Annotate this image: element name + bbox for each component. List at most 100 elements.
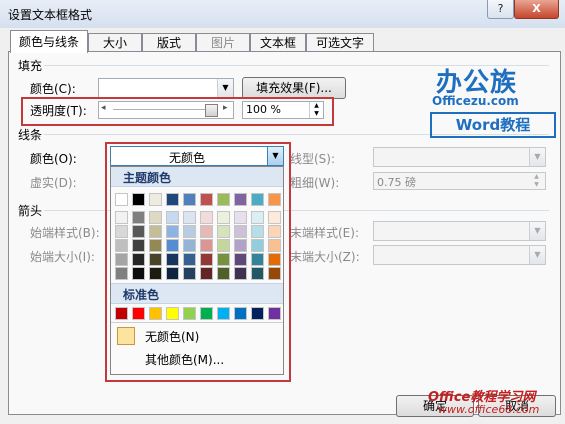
theme-color-swatch[interactable] [200, 193, 213, 206]
tab-picture[interactable]: 图片 [196, 33, 250, 52]
theme-color-swatch[interactable] [183, 193, 196, 206]
slider-right-arrow-icon[interactable]: ▸ [223, 103, 228, 113]
theme-shade-swatch[interactable] [115, 225, 128, 238]
theme-shade-swatch[interactable] [132, 267, 145, 280]
standard-color-swatch[interactable] [149, 307, 162, 320]
spin-down-icon[interactable]: ▼ [529, 181, 544, 189]
theme-shade-swatch[interactable] [200, 211, 213, 224]
transparency-slider[interactable]: ◂ ▸ [98, 101, 234, 119]
line-color-dropdown[interactable]: 无颜色 ▼ [110, 146, 284, 166]
theme-shade-swatch[interactable] [166, 225, 179, 238]
transparency-spinner[interactable]: 100 % ▲ ▼ [242, 101, 324, 119]
theme-shade-swatch[interactable] [217, 239, 230, 252]
theme-shade-swatch[interactable] [217, 225, 230, 238]
theme-shade-swatch[interactable] [132, 225, 145, 238]
theme-shade-swatch[interactable] [234, 253, 247, 266]
theme-shade-swatch[interactable] [149, 253, 162, 266]
theme-shade-swatch[interactable] [115, 211, 128, 224]
theme-shade-swatch[interactable] [115, 267, 128, 280]
title-bar[interactable]: 设置文本框格式 ? X [0, 0, 565, 28]
theme-shade-swatch[interactable] [234, 225, 247, 238]
standard-color-swatch[interactable] [234, 307, 247, 320]
theme-shade-swatch[interactable] [217, 253, 230, 266]
tab-alt-text[interactable]: 可选文字 [306, 33, 374, 52]
slider-left-arrow-icon[interactable]: ◂ [101, 103, 106, 113]
fill-color-dropdown[interactable]: ▼ [98, 78, 234, 98]
theme-shade-swatch[interactable] [251, 253, 264, 266]
theme-shade-swatch[interactable] [251, 267, 264, 280]
standard-color-swatch[interactable] [183, 307, 196, 320]
theme-shade-swatch[interactable] [268, 253, 281, 266]
theme-shade-swatch[interactable] [149, 225, 162, 238]
theme-shade-swatch[interactable] [166, 253, 179, 266]
theme-shade-swatch[interactable] [132, 211, 145, 224]
theme-shade-swatch[interactable] [183, 211, 196, 224]
theme-shade-swatch[interactable] [132, 239, 145, 252]
theme-color-swatch[interactable] [115, 193, 128, 206]
standard-color-swatch[interactable] [132, 307, 145, 320]
no-color-option[interactable]: 无颜色(N) [115, 325, 279, 347]
theme-shade-swatch[interactable] [115, 239, 128, 252]
theme-shade-swatch[interactable] [149, 267, 162, 280]
theme-shade-swatch[interactable] [166, 211, 179, 224]
spin-up-icon[interactable]: ▲ [529, 173, 544, 181]
theme-color-swatch[interactable] [132, 193, 145, 206]
theme-color-swatch[interactable] [217, 193, 230, 206]
more-colors-option[interactable]: 其他颜色(M)... [115, 349, 279, 369]
theme-shade-swatch[interactable] [200, 253, 213, 266]
theme-color-swatch[interactable] [166, 193, 179, 206]
theme-shade-swatch[interactable] [149, 211, 162, 224]
standard-color-swatch[interactable] [166, 307, 179, 320]
theme-color-swatch[interactable] [149, 193, 162, 206]
close-button[interactable]: X [514, 0, 559, 19]
theme-color-swatch[interactable] [251, 193, 264, 206]
theme-shade-swatch[interactable] [217, 267, 230, 280]
theme-shade-swatch[interactable] [132, 253, 145, 266]
theme-shade-swatch[interactable] [115, 253, 128, 266]
theme-shade-swatch[interactable] [183, 225, 196, 238]
theme-shade-swatch[interactable] [268, 239, 281, 252]
theme-shade-swatch[interactable] [149, 239, 162, 252]
end-size-dropdown[interactable]: ▼ [373, 245, 546, 265]
theme-shade-swatch[interactable] [251, 211, 264, 224]
standard-color-swatch[interactable] [115, 307, 128, 320]
tab-size[interactable]: 大小 [88, 33, 142, 52]
spin-up-icon[interactable]: ▲ [309, 102, 323, 110]
standard-color-swatch[interactable] [251, 307, 264, 320]
line-style-dropdown[interactable]: ▼ [373, 147, 546, 167]
theme-shade-swatch[interactable] [251, 239, 264, 252]
theme-shade-swatch[interactable] [183, 267, 196, 280]
theme-color-swatch[interactable] [234, 193, 247, 206]
theme-shade-swatch[interactable] [234, 211, 247, 224]
theme-shade-swatch[interactable] [183, 253, 196, 266]
tab-textbox[interactable]: 文本框 [250, 33, 306, 52]
theme-shade-swatch[interactable] [166, 239, 179, 252]
theme-shade-swatch[interactable] [268, 267, 281, 280]
theme-shade-swatch[interactable] [183, 239, 196, 252]
theme-shade-swatch[interactable] [268, 211, 281, 224]
theme-shade-swatch[interactable] [217, 211, 230, 224]
spin-down-icon[interactable]: ▼ [309, 110, 323, 118]
standard-color-swatch[interactable] [268, 307, 281, 320]
line-weight-spinner[interactable]: 0.75 磅 ▲ ▼ [373, 172, 546, 190]
standard-color-swatch[interactable] [217, 307, 230, 320]
theme-shade-swatch[interactable] [200, 239, 213, 252]
theme-shade-swatch[interactable] [166, 267, 179, 280]
theme-shade-swatch[interactable] [234, 239, 247, 252]
theme-color-swatch[interactable] [268, 193, 281, 206]
end-style-dropdown[interactable]: ▼ [373, 221, 546, 241]
theme-shade-swatch[interactable] [251, 225, 264, 238]
slider-thumb[interactable] [205, 104, 218, 117]
theme-shade-swatch[interactable] [234, 267, 247, 280]
tab-colors-and-lines[interactable]: 颜色与线条 [10, 30, 88, 53]
theme-shade-swatch[interactable] [200, 225, 213, 238]
fill-effects-button[interactable]: 填充效果(F)... [242, 77, 346, 99]
transparency-value[interactable]: 100 % [246, 103, 281, 116]
line-weight-value[interactable]: 0.75 磅 [377, 174, 416, 190]
chevron-down-icon[interactable]: ▼ [267, 147, 283, 165]
tab-layout[interactable]: 版式 [142, 33, 196, 52]
standard-color-swatch[interactable] [200, 307, 213, 320]
help-button[interactable]: ? [487, 0, 514, 19]
theme-shade-swatch[interactable] [268, 225, 281, 238]
theme-shade-swatch[interactable] [200, 267, 213, 280]
